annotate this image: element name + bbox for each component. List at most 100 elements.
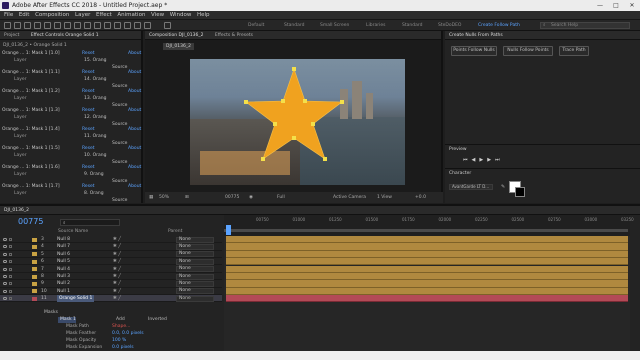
lock-icon[interactable]	[9, 260, 12, 264]
layer-dropdown[interactable]: 12. Orang	[84, 115, 106, 120]
layer-dropdown[interactable]: 14. Orang	[84, 77, 106, 82]
about-link[interactable]: About	[128, 146, 141, 151]
layer-switches[interactable]: ✱ ╱	[113, 236, 121, 243]
clone-tool-icon[interactable]	[114, 22, 121, 29]
camera-dropdown[interactable]: Active Camera	[333, 192, 366, 203]
lock-icon[interactable]	[9, 297, 12, 301]
workspace-small-screen[interactable]: Small Screen	[320, 20, 349, 31]
layer-switches[interactable]: ✱ ╱	[113, 295, 121, 302]
layer-duration-bar[interactable]	[226, 273, 628, 281]
layer-row[interactable]: 4 Null 7 ✱ ╱ None	[0, 243, 222, 251]
layer-switches[interactable]: ✱ ╱	[113, 251, 121, 258]
tab-effect-controls[interactable]: Effect Controls Orange Solid 1	[31, 31, 99, 39]
visibility-eye-icon[interactable]	[3, 252, 7, 256]
parent-dropdown[interactable]: None	[176, 273, 214, 280]
visibility-eye-icon[interactable]	[3, 275, 7, 278]
layer-tracks[interactable]	[224, 236, 630, 353]
label-color-swatch[interactable]	[32, 252, 37, 257]
visibility-eye-icon[interactable]	[3, 289, 7, 293]
about-link[interactable]: About	[128, 70, 141, 75]
layer-name[interactable]: Null 6	[57, 251, 70, 258]
layer-duration-bar[interactable]	[226, 295, 628, 303]
exposure-value[interactable]: +0.0	[415, 192, 426, 203]
view-layout-dropdown[interactable]: 1 View	[377, 192, 392, 203]
points-follow-nulls-button[interactable]: Points Follow Nulls	[451, 46, 497, 56]
tab-composition[interactable]: Composition DJI_0136_2	[149, 31, 203, 39]
zoom-level[interactable]: 50%	[159, 192, 169, 203]
visibility-eye-icon[interactable]	[3, 297, 7, 301]
first-frame-icon[interactable]: ⏮	[463, 157, 472, 163]
effect-name[interactable]: Orange ... 1: Mask 1 [1.0]	[2, 51, 60, 56]
snapping-icon[interactable]	[164, 22, 171, 29]
text-tool-icon[interactable]	[94, 22, 101, 29]
layer-name[interactable]: Null 7	[57, 243, 70, 250]
mask-mode-dropdown[interactable]: Add	[116, 317, 125, 322]
source-dropdown[interactable]: Source	[112, 198, 127, 203]
layer-row[interactable]: 9 Null 2 ✱ ╱ None	[0, 280, 222, 288]
effect-name[interactable]: Orange ... 1: Mask 1 [1.5]	[2, 146, 60, 151]
close-button[interactable]: ✕	[624, 0, 640, 11]
eraser-tool-icon[interactable]	[124, 22, 131, 29]
layer-row[interactable]: 11 Orange Solid 1 ✱ ╱ None	[0, 295, 222, 303]
label-color-swatch[interactable]	[32, 259, 37, 264]
brush-tool-icon[interactable]	[104, 22, 111, 29]
layer-name[interactable]: Null 4	[57, 266, 70, 273]
minimize-button[interactable]: —	[592, 0, 608, 11]
stroke-color-swatch[interactable]	[515, 187, 525, 197]
layer-dropdown[interactable]: 11. Orang	[84, 134, 106, 139]
workspace-standard-2[interactable]: Standard	[402, 20, 422, 31]
effect-name[interactable]: Orange ... 1: Mask 1 [1.2]	[2, 89, 60, 94]
layer-dropdown[interactable]: 10. Orang	[84, 153, 106, 158]
roto-tool-icon[interactable]	[134, 22, 141, 29]
rectangle-tool-icon[interactable]	[74, 22, 81, 29]
lock-icon[interactable]	[9, 282, 12, 286]
puppet-tool-icon[interactable]	[144, 22, 151, 29]
layer-row[interactable]: 3 Null 8 ✱ ╱ None	[0, 236, 222, 244]
mask-opacity-value[interactable]: 100 %	[112, 338, 126, 343]
about-link[interactable]: About	[128, 89, 141, 94]
layer-duration-bar[interactable]	[226, 280, 628, 288]
parent-dropdown[interactable]: None	[176, 236, 214, 243]
lock-icon[interactable]	[9, 238, 12, 241]
label-color-swatch[interactable]	[32, 267, 37, 272]
about-link[interactable]: About	[128, 127, 141, 132]
label-color-swatch[interactable]	[32, 281, 37, 286]
last-frame-icon[interactable]: ⏭	[495, 157, 504, 163]
label-color-swatch[interactable]	[32, 289, 37, 294]
parent-column-header[interactable]: Parent	[168, 229, 182, 234]
layer-dropdown[interactable]: 13. Orang	[84, 96, 106, 101]
menu-window[interactable]: Window	[170, 11, 192, 20]
grid-toggle-icon[interactable]: ▦	[149, 192, 153, 203]
layer-switches[interactable]: ✱ ╱	[113, 243, 121, 250]
parent-dropdown[interactable]: None	[176, 243, 214, 250]
layer-switches[interactable]: ✱ ╱	[113, 280, 121, 287]
reset-link[interactable]: Reset	[82, 184, 95, 189]
effect-name[interactable]: Orange ... 1: Mask 1 [1.3]	[2, 108, 60, 113]
mask-feather-value[interactable]: 0.0, 0.0 pixels	[112, 331, 144, 336]
reset-link[interactable]: Reset	[82, 146, 95, 151]
font-family-dropdown[interactable]: AvantGarde LT D...	[449, 184, 493, 190]
layer-duration-bar[interactable]	[226, 243, 628, 251]
zoom-tool-icon[interactable]	[34, 22, 41, 29]
layer-duration-bar[interactable]	[226, 265, 628, 273]
effect-name[interactable]: Orange ... 1: Mask 1 [1.7]	[2, 184, 60, 189]
workspace-stedodeo[interactable]: SteDoDEO	[438, 20, 461, 31]
layer-duration-bar[interactable]	[226, 258, 628, 266]
composition-viewer[interactable]	[190, 59, 405, 185]
lock-icon[interactable]	[9, 252, 12, 256]
parent-dropdown[interactable]: None	[176, 251, 214, 258]
layer-duration-bar[interactable]	[226, 236, 628, 244]
layer-duration-bar[interactable]	[226, 287, 628, 296]
nulls-follow-points-button[interactable]: Nulls Follow Points	[503, 46, 553, 56]
layer-row[interactable]: 5 Null 6 ✱ ╱ None	[0, 251, 222, 259]
selection-tool-icon[interactable]	[14, 22, 21, 29]
next-frame-icon[interactable]: ▶	[487, 157, 495, 163]
layer-dropdown[interactable]: 9. Orang	[84, 172, 104, 177]
visibility-eye-icon[interactable]	[3, 260, 7, 264]
effect-name[interactable]: Orange ... 1: Mask 1 [1.1]	[2, 70, 60, 75]
label-color-swatch[interactable]	[32, 237, 37, 242]
layer-dropdown[interactable]: 8. Orang	[84, 191, 104, 196]
mask1-label[interactable]: Mask 1	[58, 317, 76, 323]
pen-tool-icon[interactable]	[84, 22, 91, 29]
layer-duration-bar[interactable]	[226, 250, 628, 259]
